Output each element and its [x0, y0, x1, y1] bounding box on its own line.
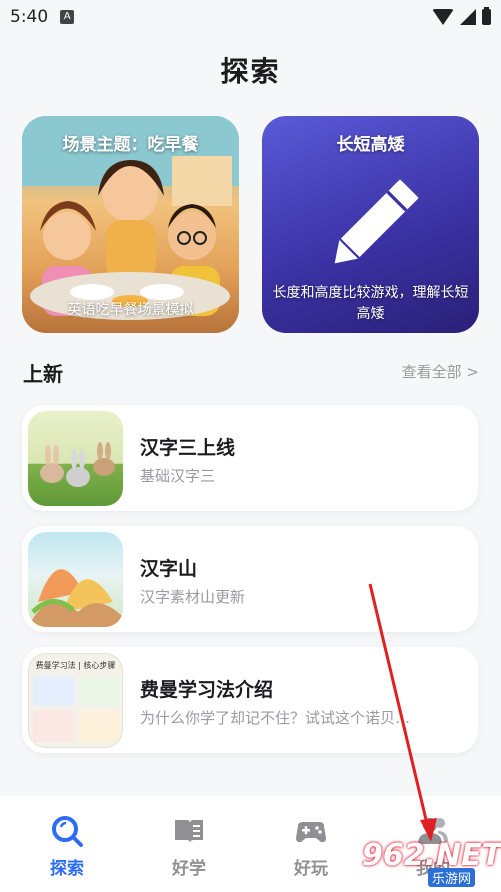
battery-icon	[482, 7, 491, 25]
status-time: 5:40	[10, 7, 49, 27]
nav-item-explore[interactable]: 探索	[27, 814, 107, 879]
list-item[interactable]: 汉字山 汉字素材山更新	[22, 526, 478, 632]
wifi-icon	[432, 9, 454, 25]
thumbnail-heading: 费曼学习法 | 核心步骤	[35, 661, 116, 670]
list-item[interactable]: 汉字三上线 基础汉字三	[22, 405, 478, 511]
featured-card-caption: 长度和高度比较游戏，理解长短高矮	[272, 285, 469, 322]
item-title: 汉字三上线	[140, 437, 236, 459]
rabbits-thumbnail	[28, 411, 123, 506]
notification-icon: A	[60, 10, 75, 24]
status-indicators	[432, 7, 491, 25]
item-title: 汉字山	[140, 558, 198, 580]
nav-label: 好学	[172, 859, 206, 879]
featured-card-title: 场景主题：吃早餐	[62, 135, 199, 155]
rabbits-illustration	[40, 442, 115, 487]
book-icon	[175, 820, 203, 843]
section-title-new: 上新	[23, 362, 63, 386]
thumbnail-block	[79, 676, 120, 706]
gamepad-icon	[296, 822, 326, 843]
pencil-icon	[334, 179, 419, 264]
featured-card-breakfast[interactable]: 场景主题：吃早餐 英语吃早餐场景模拟	[22, 116, 239, 333]
list-item[interactable]: 费曼学习法 | 核心步骤 费曼学习法介绍 为什么你学了却记不住？试试这个诺贝…	[22, 647, 478, 753]
featured-card-title: 长短高矮	[336, 135, 405, 155]
thumbnail-block	[79, 710, 120, 742]
thumbnail-block	[33, 676, 75, 706]
view-all-link[interactable]: 查看全部 >	[402, 361, 479, 382]
signal-icon	[460, 9, 476, 25]
nav-item-learn[interactable]: 好学	[149, 814, 229, 879]
mountain-illustration	[28, 569, 123, 627]
item-subtitle: 基础汉字三	[140, 467, 216, 485]
featured-card-compare[interactable]: 长短高矮 长度和高度比较游戏，理解长短高矮	[262, 116, 479, 333]
watermark-subtext: 乐游网	[428, 868, 476, 887]
thumbnail-block	[33, 710, 75, 742]
mountain-thumbnail	[28, 532, 123, 627]
nav-label: 好玩	[294, 859, 328, 879]
explore-icon	[52, 816, 83, 847]
nav-label: 探索	[50, 859, 84, 879]
featured-card-caption: 英语吃早餐场景模拟	[67, 302, 194, 318]
nav-item-play[interactable]: 好玩	[271, 814, 351, 879]
status-bar: 5:40 A	[0, 0, 501, 34]
watermark-logo: 962.NET 乐游网	[362, 818, 501, 887]
item-title: 费曼学习法介绍	[140, 679, 274, 701]
item-subtitle: 汉字素材山更新	[140, 588, 246, 606]
document-thumbnail: 费曼学习法 | 核心步骤	[28, 653, 123, 748]
page-title: 探索	[220, 55, 281, 88]
item-subtitle: 为什么你学了却记不住？试试这个诺贝…	[140, 709, 411, 727]
